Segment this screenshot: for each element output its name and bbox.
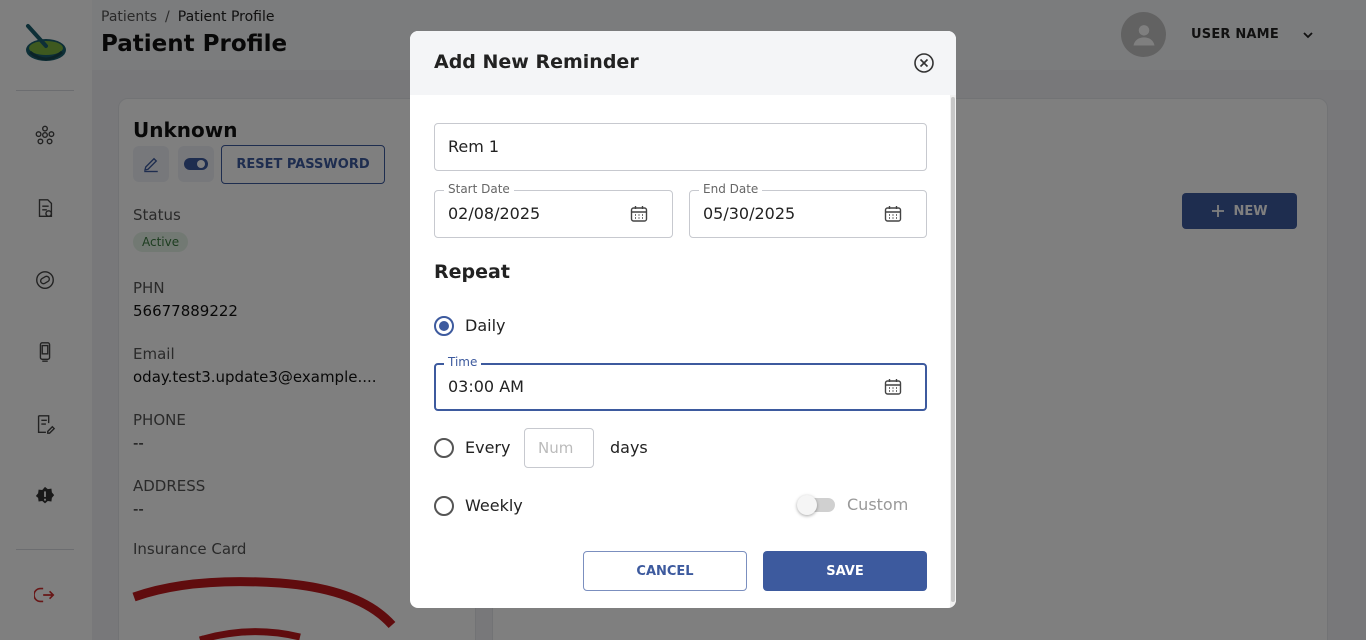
- calendar-icon[interactable]: [883, 204, 903, 224]
- cancel-button[interactable]: CANCEL: [583, 551, 747, 591]
- close-icon[interactable]: [913, 52, 935, 74]
- start-date-label: Start Date: [444, 182, 514, 196]
- every-label[interactable]: Every: [465, 438, 510, 457]
- modal-title: Add New Reminder: [434, 51, 639, 73]
- calendar-icon[interactable]: [883, 377, 903, 397]
- custom-toggle-knob[interactable]: [797, 495, 817, 515]
- end-date-value: 05/30/2025: [703, 204, 796, 223]
- time-field[interactable]: Time 03:00 AM: [434, 355, 927, 411]
- start-date-field[interactable]: Start Date 02/08/2025: [434, 182, 673, 238]
- add-reminder-modal: Add New Reminder Rem 1 Start Date 02/08/…: [410, 31, 956, 608]
- time-value: 03:00 AM: [448, 377, 524, 396]
- start-date-value: 02/08/2025: [448, 204, 541, 223]
- end-date-field[interactable]: End Date 05/30/2025: [689, 182, 927, 238]
- end-date-label: End Date: [699, 182, 763, 196]
- days-label: days: [610, 438, 648, 457]
- modal-scrollbar-thumb[interactable]: [951, 97, 955, 602]
- repeat-heading: Repeat: [434, 261, 510, 283]
- every-radio[interactable]: [434, 438, 454, 458]
- time-label: Time: [444, 355, 482, 369]
- reminder-name-value: Rem 1: [448, 137, 500, 156]
- every-num-input[interactable]: Num: [524, 428, 594, 468]
- weekly-label[interactable]: Weekly: [465, 496, 523, 515]
- daily-radio[interactable]: [434, 316, 454, 336]
- num-placeholder: Num: [538, 439, 574, 457]
- custom-label: Custom: [847, 495, 909, 514]
- reminder-name-input[interactable]: Rem 1: [434, 123, 927, 171]
- calendar-icon[interactable]: [629, 204, 649, 224]
- save-button[interactable]: SAVE: [763, 551, 927, 591]
- daily-label[interactable]: Daily: [465, 316, 505, 335]
- weekly-radio[interactable]: [434, 496, 454, 516]
